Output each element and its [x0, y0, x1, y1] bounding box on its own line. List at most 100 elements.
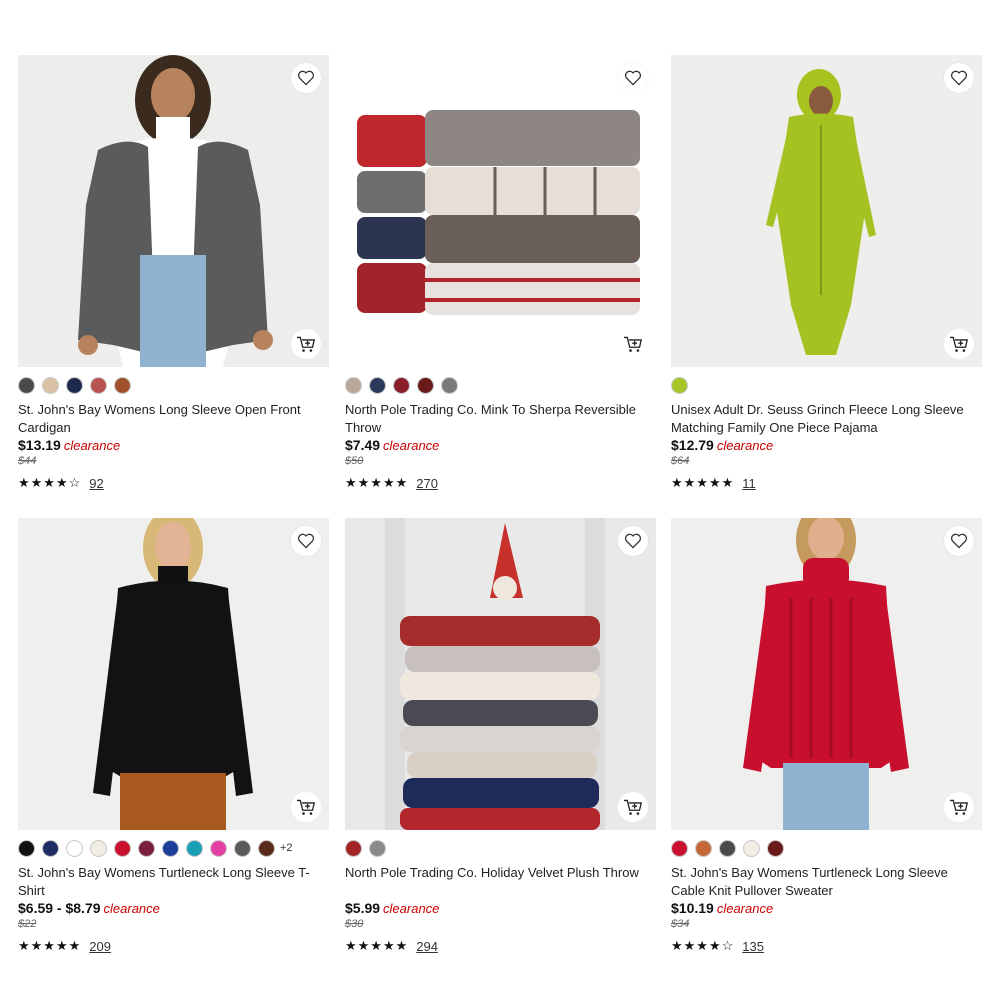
favorite-button[interactable] [291, 63, 321, 93]
rating: ★★★★★ 11 [671, 474, 982, 492]
color-swatches [671, 375, 982, 395]
review-count-link[interactable]: 135 [742, 939, 764, 954]
rating: ★★★★☆ 135 [671, 937, 982, 955]
product-card[interactable]: St. John's Bay Womens Turtleneck Long Sl… [671, 518, 982, 955]
color-swatch[interactable] [695, 839, 712, 857]
review-count-link[interactable]: 11 [742, 476, 756, 491]
color-swatches [345, 838, 656, 858]
color-swatch[interactable] [671, 376, 688, 394]
favorite-button[interactable] [944, 526, 974, 556]
favorite-button[interactable] [618, 63, 648, 93]
original-price: $50 [345, 455, 364, 467]
color-swatches: +2 [18, 838, 329, 858]
color-swatch[interactable] [18, 376, 35, 394]
add-to-cart-button[interactable] [944, 792, 974, 822]
color-swatch[interactable] [66, 376, 83, 394]
original-price: $30 [345, 918, 364, 930]
star-rating: ★★★★★ [18, 938, 82, 953]
color-swatch[interactable] [258, 839, 275, 857]
price-row: $7.49 clearance [345, 437, 656, 455]
product-card[interactable]: St. John's Bay Womens Long Sleeve Open F… [18, 55, 329, 492]
color-swatch[interactable] [114, 839, 131, 857]
add-to-cart-button[interactable] [291, 792, 321, 822]
color-swatch[interactable] [210, 839, 227, 857]
favorite-button[interactable] [618, 526, 648, 556]
product-image[interactable] [345, 55, 656, 367]
color-swatch[interactable] [90, 839, 107, 857]
price-row: $5.99 clearance [345, 900, 656, 918]
favorite-button[interactable] [944, 63, 974, 93]
cart-plus-icon [950, 799, 968, 815]
heart-outline-icon [950, 533, 968, 549]
color-swatch[interactable] [66, 839, 83, 857]
product-card[interactable]: North Pole Trading Co. Mink To Sherpa Re… [345, 55, 656, 492]
add-to-cart-button[interactable] [291, 329, 321, 359]
add-to-cart-button[interactable] [618, 329, 648, 359]
color-swatches [671, 838, 982, 858]
favorite-button[interactable] [291, 526, 321, 556]
product-card[interactable]: Unisex Adult Dr. Seuss Grinch Fleece Lon… [671, 55, 982, 492]
original-price: $64 [671, 455, 690, 467]
clearance-label: clearance [63, 438, 121, 453]
product-card[interactable]: +2 St. John's Bay Womens Turtleneck Long… [18, 518, 329, 955]
color-swatch[interactable] [345, 376, 362, 394]
product-image[interactable] [671, 518, 982, 830]
cart-plus-icon [624, 799, 642, 815]
product-title[interactable]: St. John's Bay Womens Turtleneck Long Sl… [18, 864, 329, 900]
color-swatch[interactable] [138, 839, 155, 857]
color-swatch[interactable] [743, 839, 760, 857]
clearance-label: clearance [716, 901, 774, 916]
product-title[interactable]: Unisex Adult Dr. Seuss Grinch Fleece Lon… [671, 401, 982, 437]
product-image[interactable] [18, 55, 329, 367]
heart-outline-icon [297, 533, 315, 549]
product-card[interactable]: North Pole Trading Co. Holiday Velvet Pl… [345, 518, 656, 955]
review-count-link[interactable]: 294 [416, 939, 438, 954]
color-swatch[interactable] [671, 839, 688, 857]
review-count-link[interactable]: 209 [89, 939, 111, 954]
color-swatch[interactable] [90, 376, 107, 394]
review-count-link[interactable]: 270 [416, 476, 438, 491]
rating: ★★★★★ 294 [345, 937, 656, 955]
color-swatch[interactable] [369, 839, 386, 857]
more-colors-count[interactable]: +2 [280, 842, 293, 854]
clearance-label: clearance [383, 901, 440, 916]
color-swatch[interactable] [417, 376, 434, 394]
color-swatch[interactable] [42, 839, 59, 857]
heart-outline-icon [297, 70, 315, 86]
sale-price: $13.19 [18, 437, 61, 453]
color-swatch[interactable] [345, 839, 362, 857]
star-rating: ★★★★★ [345, 938, 409, 953]
color-swatch[interactable] [767, 839, 784, 857]
color-swatch[interactable] [114, 376, 131, 394]
color-swatch[interactable] [234, 839, 251, 857]
rating: ★★★★★ 270 [345, 474, 656, 492]
color-swatch[interactable] [42, 376, 59, 394]
add-to-cart-button[interactable] [944, 329, 974, 359]
color-swatch[interactable] [162, 839, 179, 857]
star-rating: ★★★★☆ [18, 475, 82, 490]
star-rating: ★★★★★ [671, 475, 735, 490]
product-title[interactable]: North Pole Trading Co. Mink To Sherpa Re… [345, 401, 656, 437]
add-to-cart-button[interactable] [618, 792, 648, 822]
color-swatch[interactable] [719, 839, 736, 857]
product-image[interactable] [18, 518, 329, 830]
review-count-link[interactable]: 92 [89, 476, 103, 491]
product-image[interactable] [345, 518, 656, 830]
cart-plus-icon [297, 336, 315, 352]
color-swatch[interactable] [186, 839, 203, 857]
original-price: $34 [671, 918, 690, 930]
sale-price: $5.99 [345, 900, 381, 916]
color-swatch[interactable] [369, 376, 386, 394]
cart-plus-icon [950, 336, 968, 352]
product-image[interactable] [671, 55, 982, 367]
product-title[interactable]: St. John's Bay Womens Turtleneck Long Sl… [671, 864, 982, 900]
color-swatch[interactable] [18, 839, 35, 857]
color-swatch[interactable] [393, 376, 410, 394]
cart-plus-icon [624, 336, 642, 352]
price-row: $10.19 clearance [671, 900, 982, 918]
product-title[interactable]: North Pole Trading Co. Holiday Velvet Pl… [345, 864, 656, 900]
color-swatch[interactable] [441, 376, 458, 394]
clearance-label: clearance [103, 901, 160, 916]
original-price: $44 [18, 455, 37, 467]
product-title[interactable]: St. John's Bay Womens Long Sleeve Open F… [18, 401, 329, 437]
